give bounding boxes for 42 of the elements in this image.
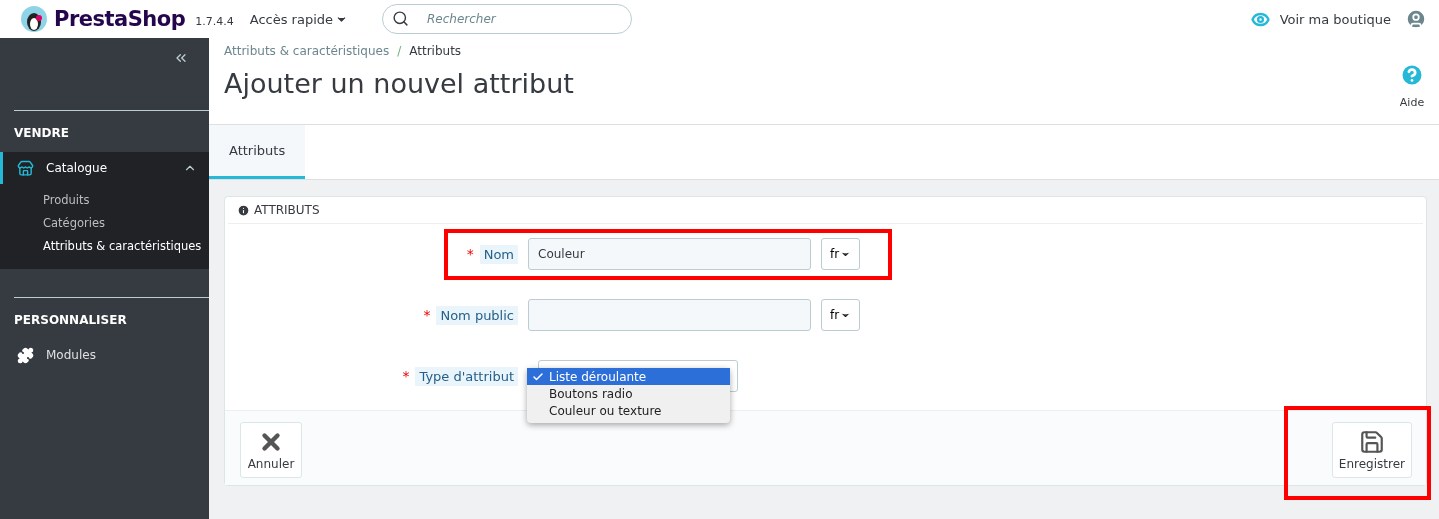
puzzle-icon: [17, 346, 34, 364]
dropdown-option[interactable]: Liste déroulante: [527, 368, 730, 385]
sidebar-item[interactable]: Catalogue: [0, 152, 209, 184]
required-mark: *: [423, 307, 431, 323]
tab[interactable]: Attributs: [209, 125, 306, 179]
view-shop-link[interactable]: Voir ma boutique: [1250, 9, 1391, 29]
help-button[interactable]: Aide: [1399, 44, 1425, 124]
search-icon: [392, 10, 409, 27]
save-icon: [1358, 429, 1385, 455]
dropdown-option[interactable]: Couleur ou texture: [527, 402, 730, 419]
check-icon: [532, 370, 544, 383]
quick-access-menu[interactable]: Accès rapide: [249, 11, 348, 27]
info-icon: [237, 203, 250, 217]
breadcrumb-link[interactable]: Attributs: [409, 44, 462, 58]
field-label: Type d'attribut: [415, 366, 518, 386]
submenu-item[interactable]: Attributs & caractéristiques: [0, 234, 209, 257]
section-title: PERSONNALISER: [14, 297, 209, 339]
field-label: Nom: [479, 244, 518, 264]
version-label: 1.7.4.4: [195, 14, 234, 28]
submenu-item[interactable]: Produits: [0, 188, 209, 211]
required-mark: *: [402, 368, 410, 384]
cancel-button[interactable]: Annuler: [240, 422, 302, 478]
text-field[interactable]: Couleur: [528, 238, 811, 270]
store-icon: [17, 159, 34, 177]
save-button[interactable]: Enregistrer: [1331, 422, 1412, 478]
help-icon: [1399, 62, 1425, 88]
breadcrumb-separator: /: [397, 44, 402, 58]
language-selector[interactable]: fr: [821, 238, 860, 270]
user-icon[interactable]: [1405, 8, 1427, 30]
required-mark: *: [466, 246, 474, 262]
panel-heading: ATTRIBUTS: [254, 203, 320, 217]
breadcrumb-link[interactable]: Attributs & caractéristiques: [224, 44, 390, 58]
submenu-item[interactable]: Catégories: [0, 211, 209, 234]
search-field[interactable]: Rechercher: [382, 4, 632, 34]
page-title: Ajouter un nouvel attribut: [224, 68, 575, 99]
sidebar-item[interactable]: Modules: [0, 339, 209, 371]
dropdown-option[interactable]: Boutons radio: [527, 385, 730, 402]
field-label: Nom public: [436, 305, 518, 325]
brand-name: PrestaShop: [54, 7, 186, 31]
language-selector[interactable]: fr: [821, 299, 860, 331]
logo-icon: [20, 5, 48, 33]
text-field[interactable]: [528, 299, 811, 331]
